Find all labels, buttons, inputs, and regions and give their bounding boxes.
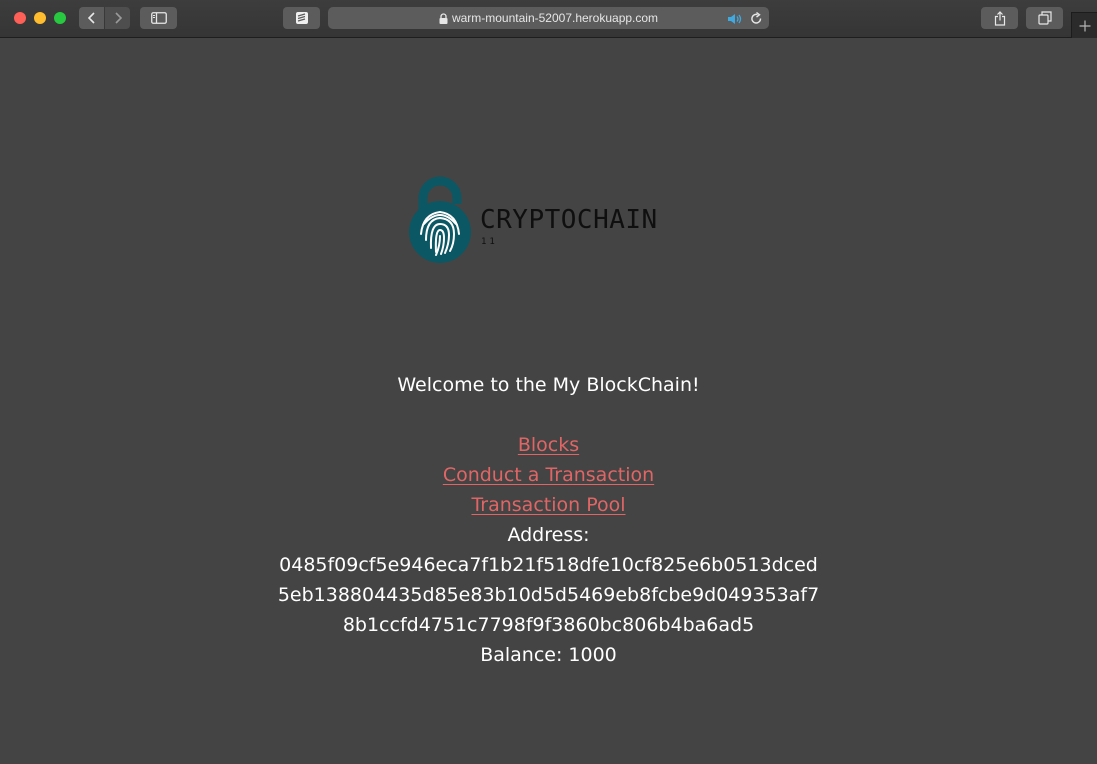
balance-text: Balance: 1000 <box>480 644 617 666</box>
sidebar-icon <box>150 12 167 24</box>
logo-brand-text: CRYPTOCHAIN <box>480 205 658 235</box>
fingerprint-lock-icon <box>409 176 471 263</box>
cryptochain-logo: CRYPTOCHAIN 11 <box>409 172 689 264</box>
minimize-window-button[interactable] <box>34 12 46 24</box>
conduct-transaction-link[interactable]: Conduct a Transaction <box>443 464 654 486</box>
address-line-1: 0485f09cf5e946eca7f1b21f518dfe10cf825e6b… <box>279 554 818 576</box>
tabs-icon <box>1037 11 1052 25</box>
reload-icon[interactable] <box>750 11 763 30</box>
reader-button[interactable] <box>283 7 320 29</box>
maximize-window-button[interactable] <box>54 12 66 24</box>
address-label: Address: <box>507 524 590 546</box>
address-line-3: 8b1ccfd4751c7798f9f3860bc806b4ba6ad5 <box>342 614 755 636</box>
page-content: CRYPTOCHAIN 11 Welcome to the My BlockCh… <box>0 38 1097 764</box>
reader-icon <box>295 12 308 24</box>
main-section: Welcome to the My BlockChain! Blocks Con… <box>0 370 1097 670</box>
welcome-heading: Welcome to the My BlockChain! <box>397 374 700 396</box>
audio-playing-icon[interactable] <box>727 11 743 30</box>
blocks-link-row: Blocks <box>0 430 1097 460</box>
share-button[interactable] <box>981 7 1018 29</box>
navigation-buttons <box>79 7 130 29</box>
blocks-link[interactable]: Blocks <box>518 434 579 456</box>
browser-window: warm-mountain-52007.herokuapp.com CRYPTO… <box>0 0 1097 764</box>
new-tab-button[interactable] <box>1071 12 1097 39</box>
share-icon <box>994 10 1005 26</box>
address-bar[interactable]: warm-mountain-52007.herokuapp.com <box>328 7 769 29</box>
close-window-button[interactable] <box>14 12 26 24</box>
forward-button[interactable] <box>105 7 130 29</box>
back-button[interactable] <box>79 7 104 29</box>
logo-sub-text: 11 <box>481 237 498 247</box>
tab-overview-button[interactable] <box>1026 7 1063 29</box>
url-text: warm-mountain-52007.herokuapp.com <box>451 11 659 25</box>
sidebar-toggle-button[interactable] <box>140 7 177 29</box>
address-line-2: 5eb138804435d85e83b10d5d5469eb8fcbe9d049… <box>277 584 820 606</box>
browser-toolbar: warm-mountain-52007.herokuapp.com <box>0 0 1097 39</box>
plus-icon <box>1079 20 1091 32</box>
conduct-transaction-link-row: Conduct a Transaction <box>0 460 1097 490</box>
chevron-right-icon <box>114 12 122 24</box>
transaction-pool-link-row: Transaction Pool <box>0 490 1097 520</box>
lock-icon <box>439 12 448 24</box>
transaction-pool-link[interactable]: Transaction Pool <box>471 494 625 516</box>
chevron-left-icon <box>87 12 95 24</box>
